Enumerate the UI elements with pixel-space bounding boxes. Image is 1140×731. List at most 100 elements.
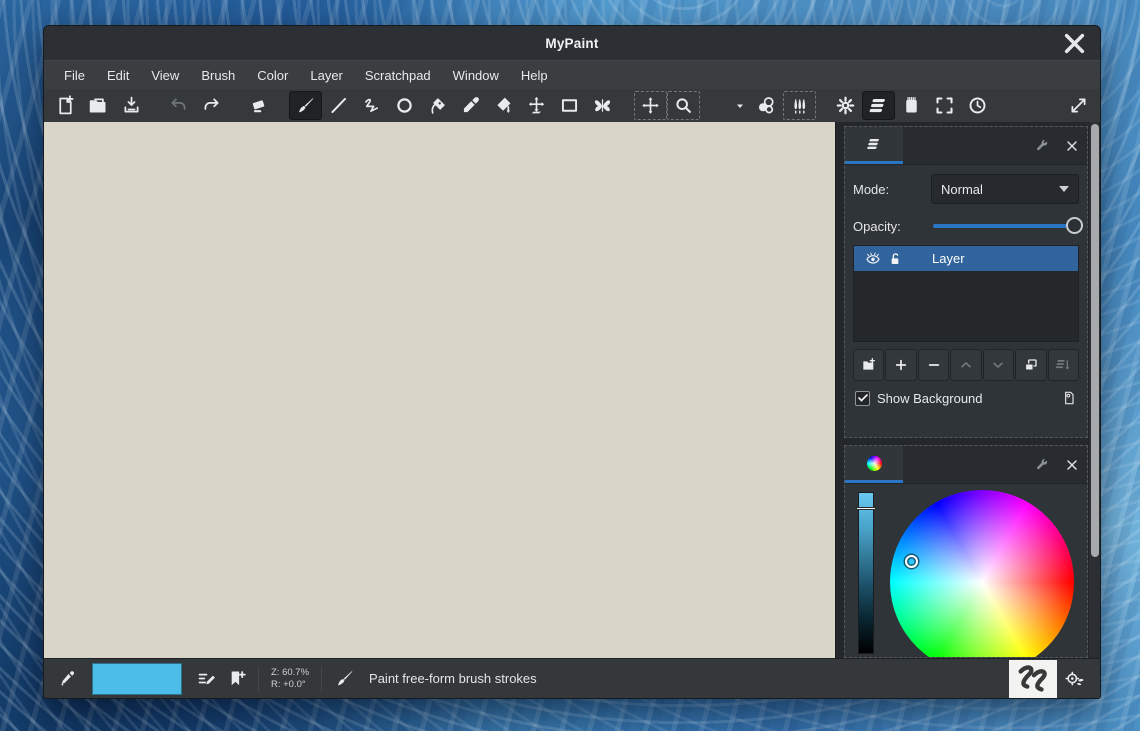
color-wheel-rings-button[interactable]: [750, 91, 783, 120]
show-background-checkbox[interactable]: [855, 391, 870, 406]
color-panel-tab[interactable]: [845, 446, 903, 483]
menu-view[interactable]: View: [140, 61, 190, 89]
move-layer-button[interactable]: [520, 91, 553, 120]
freehand-brush-icon: [295, 95, 316, 116]
background-doc-icon[interactable]: [1061, 390, 1077, 406]
lock-open-icon[interactable]: [884, 251, 906, 267]
brush-preview-thumbnail[interactable]: [1009, 660, 1057, 698]
symmetry-button[interactable]: [586, 91, 619, 120]
titlebar[interactable]: MyPaint: [44, 26, 1100, 60]
new-layer-group-button[interactable]: [853, 349, 884, 381]
add-layer-button[interactable]: [885, 349, 916, 381]
brush-target-button[interactable]: [1057, 660, 1091, 698]
scratchpad-button[interactable]: [895, 91, 928, 120]
connected-lines-icon: [361, 95, 382, 116]
history-button[interactable]: [961, 91, 994, 120]
eye-icon[interactable]: [862, 251, 884, 267]
drawing-canvas[interactable]: [44, 122, 836, 658]
menu-help[interactable]: Help: [510, 61, 559, 89]
opacity-label: Opacity:: [853, 219, 931, 234]
layers-panel-header: [845, 127, 1087, 165]
redo-button[interactable]: [195, 91, 228, 120]
window-title: MyPaint: [545, 36, 598, 51]
layers-panel: Mode: Normal Opacity:: [844, 126, 1088, 438]
undo-button[interactable]: [162, 91, 195, 120]
layer-mode-dropdown[interactable]: Normal: [931, 174, 1079, 204]
duplicate-layer-button[interactable]: [1015, 349, 1046, 381]
close-window-button[interactable]: [1060, 26, 1088, 60]
ellipse-tool-button[interactable]: [388, 91, 421, 120]
lower-layer-button[interactable]: [983, 349, 1014, 381]
open-file-button[interactable]: [82, 91, 115, 120]
color-panel-body: [845, 484, 1087, 657]
layer-row[interactable]: Layer: [854, 246, 1078, 271]
frame-edit-button[interactable]: [553, 91, 586, 120]
eraser-icon: [248, 95, 269, 116]
connected-lines-button[interactable]: [355, 91, 388, 120]
menu-brush[interactable]: Brush: [190, 61, 246, 89]
freehand-brush-button[interactable]: [289, 91, 322, 120]
eraser-button[interactable]: [242, 91, 275, 120]
close-icon: [1066, 459, 1078, 471]
opacity-slider-track: [933, 224, 1073, 228]
opacity-slider-knob[interactable]: [1066, 217, 1083, 234]
panel-settings-button[interactable]: [1027, 127, 1057, 164]
menubar: FileEdit View Brush ColorLayerScratchpadWin…: [44, 60, 1100, 89]
menu-caret-button[interactable]: [730, 91, 750, 120]
value-slider[interactable]: [858, 492, 874, 654]
close-icon: [1066, 140, 1078, 152]
menu-scratchpad[interactable]: Scratchpad: [354, 61, 442, 89]
ink-tool-button[interactable]: [421, 91, 454, 120]
remove-layer-icon: [926, 357, 942, 373]
open-file-icon: [88, 95, 109, 116]
edit-brush-settings-button[interactable]: [191, 663, 221, 695]
layer-ops-toolbar: [853, 349, 1079, 381]
menu-label: Help: [521, 68, 548, 83]
menu-edit[interactable]: Edit: [96, 61, 140, 89]
panel-settings-button[interactable]: [1027, 446, 1057, 483]
move-layer-icon: [526, 95, 547, 116]
menu-label: View: [151, 68, 179, 83]
sidebar-scrollbar[interactable]: [1088, 122, 1101, 658]
save-file-button[interactable]: [115, 91, 148, 120]
menu-label: Brush: [201, 68, 235, 83]
line-tool-button[interactable]: [322, 91, 355, 120]
menu-layer[interactable]: Layer: [299, 61, 354, 89]
menu-file[interactable]: File: [53, 61, 96, 89]
brush-groups-button[interactable]: [783, 91, 816, 120]
scrollbar-thumb[interactable]: [1091, 124, 1099, 557]
remove-layer-button[interactable]: [918, 349, 949, 381]
expand-view-button[interactable]: [1062, 91, 1095, 120]
new-file-button[interactable]: [49, 91, 82, 120]
menu-color[interactable]: Color: [246, 61, 299, 89]
zoom-view-button[interactable]: [667, 91, 700, 120]
preferences-button[interactable]: [829, 91, 862, 120]
flood-fill-button[interactable]: [487, 91, 520, 120]
divider: [321, 666, 322, 692]
layers-panel-tab[interactable]: [845, 127, 903, 164]
fullscreen-button[interactable]: [928, 91, 961, 120]
opacity-slider[interactable]: [931, 217, 1079, 235]
layers-button[interactable]: [862, 91, 895, 120]
merge-layer-down-button[interactable]: [1048, 349, 1079, 381]
color-dropper-button[interactable]: [53, 663, 83, 695]
hue-saturation-wheel[interactable]: [890, 490, 1074, 657]
add-bookmark-button[interactable]: [221, 663, 251, 695]
active-tool-button[interactable]: [329, 663, 359, 695]
color-selector-ring[interactable]: [905, 555, 918, 568]
layer-list: Layer: [853, 245, 1079, 342]
wrench-icon: [1034, 457, 1050, 473]
current-color-swatch[interactable]: [92, 663, 182, 695]
panel-close-button[interactable]: [1057, 446, 1087, 483]
pan-view-button[interactable]: [634, 91, 667, 120]
desktop-wallpaper: MyPaint FileEditViewBrushColorLayerScrat…: [0, 0, 1140, 731]
value-slider-marker[interactable]: [856, 507, 876, 510]
color-picker-button[interactable]: [454, 91, 487, 120]
edit-brush-settings-icon: [196, 668, 217, 689]
panel-close-button[interactable]: [1057, 127, 1087, 164]
zoom-readout: Z: 60.7%: [271, 667, 309, 678]
menu-window[interactable]: Window: [442, 61, 510, 89]
raise-layer-button[interactable]: [950, 349, 981, 381]
symmetry-icon: [592, 95, 613, 116]
new-file-icon: [55, 95, 76, 116]
